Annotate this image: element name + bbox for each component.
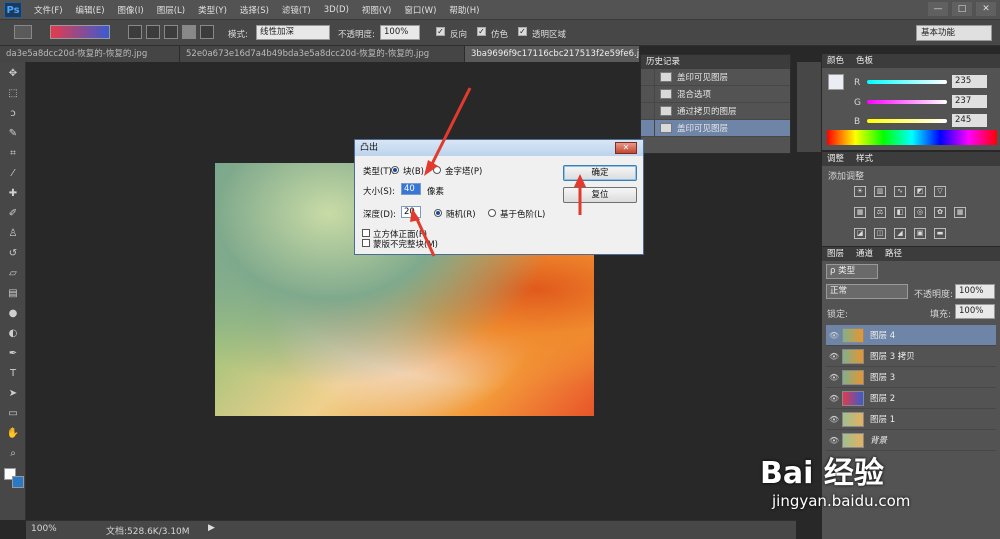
annotation-arrows [410,87,586,257]
arrow-head [424,160,438,176]
arrow-head [410,208,420,222]
arrow-to-depth-input [414,216,436,257]
arrow-to-block-option [428,87,472,169]
arrow-head [574,174,586,187]
